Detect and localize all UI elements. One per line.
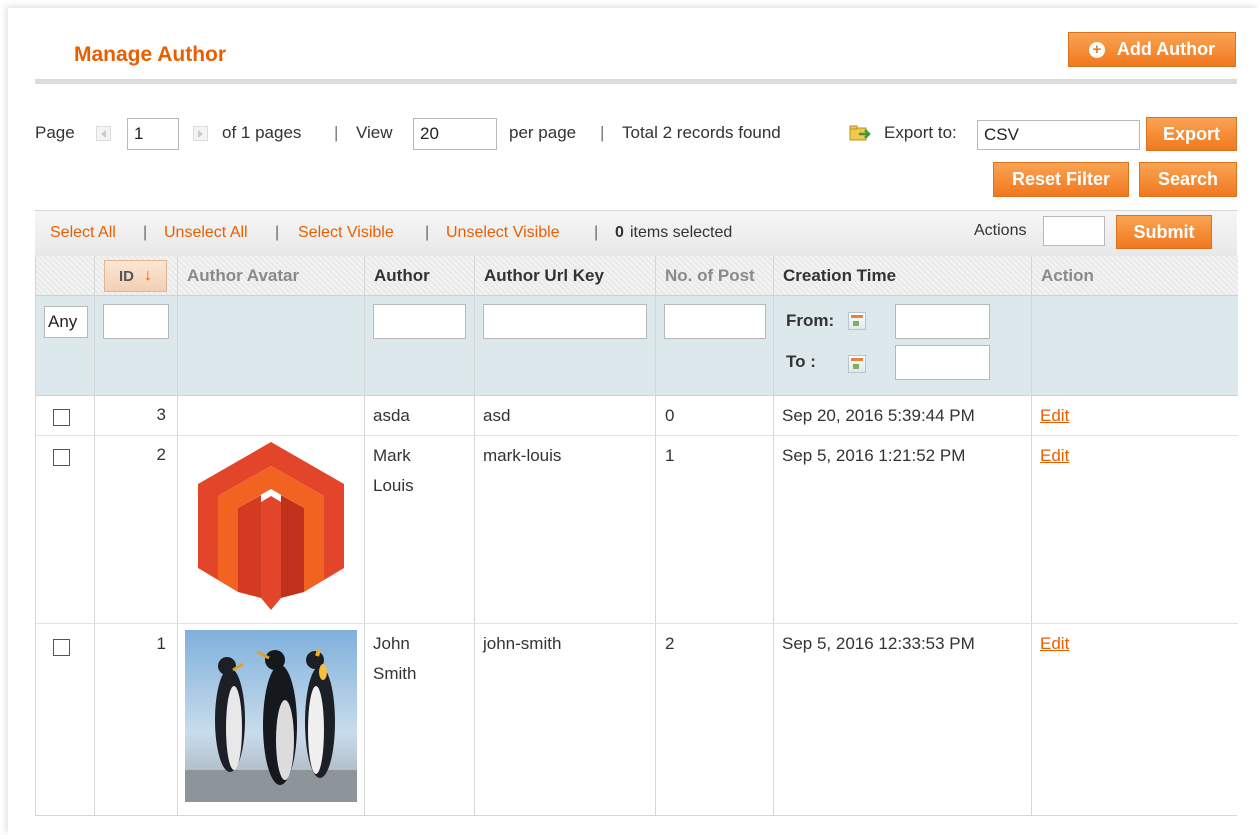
table-row: 2 Mark Louis mark-louis 1 Sep 5, 2016 1:… xyxy=(36,436,1238,624)
page-number-input[interactable] xyxy=(127,118,179,150)
row-checkbox[interactable] xyxy=(53,449,70,466)
total-records-text: Total 2 records found xyxy=(622,123,781,142)
row-url-key: john-smith xyxy=(483,634,562,653)
authors-grid: ID ↓ Author Avatar Author Author Url Key… xyxy=(35,256,1238,816)
url-key-filter-input[interactable] xyxy=(483,304,647,339)
actions-select[interactable] xyxy=(1043,216,1105,246)
row-posts: 0 xyxy=(665,406,675,425)
submit-button[interactable]: Submit xyxy=(1116,215,1212,249)
sort-desc-icon: ↓ xyxy=(144,267,152,284)
action-column-header: Action xyxy=(1041,266,1094,285)
unselect-all-link[interactable]: Unselect All xyxy=(164,224,248,242)
row-checkbox[interactable] xyxy=(53,409,70,426)
row-posts: 1 xyxy=(665,446,675,465)
selected-text: items selected xyxy=(630,224,733,241)
selected-count: 0 xyxy=(615,224,624,241)
row-url-key: asd xyxy=(483,406,511,425)
plus-circle-icon: + xyxy=(1088,41,1105,58)
calendar-icon[interactable] xyxy=(848,312,866,330)
row-checkbox[interactable] xyxy=(53,639,70,656)
row-url-key: mark-louis xyxy=(483,446,562,465)
add-author-button[interactable]: + Add Author xyxy=(1068,32,1236,67)
row-id: 2 xyxy=(156,445,166,464)
search-button[interactable]: Search xyxy=(1139,162,1237,197)
posts-column-header: No. of Post xyxy=(665,266,755,285)
page-label: Page xyxy=(35,123,75,142)
row-author-first: John xyxy=(373,634,410,653)
row-author-last: Louis xyxy=(373,476,414,495)
add-author-label: Add Author xyxy=(1116,39,1216,59)
avatar-column-header: Author Avatar xyxy=(187,266,300,285)
page-title: Manage Author xyxy=(74,43,227,66)
row-author: asda xyxy=(373,406,410,425)
export-format-select[interactable] xyxy=(977,120,1140,150)
export-label: Export to: xyxy=(884,123,957,142)
massaction-separator: | xyxy=(594,224,599,241)
url-key-column-header[interactable]: Author Url Key xyxy=(474,256,604,296)
penguins-photo-avatar xyxy=(185,630,357,802)
table-row: 3 asda asd 0 Sep 20, 2016 5:39:44 PM Edi… xyxy=(36,396,1238,436)
posts-filter-input[interactable] xyxy=(664,304,766,339)
select-all-link[interactable]: Select All xyxy=(50,224,116,242)
prev-page-icon[interactable] xyxy=(96,126,111,141)
per-page-label: per page xyxy=(509,123,577,142)
massaction-separator: | xyxy=(275,224,280,241)
author-column-header[interactable]: Author xyxy=(364,256,430,296)
author-filter-input[interactable] xyxy=(373,304,466,339)
magento-logo-avatar xyxy=(198,442,344,610)
view-label: View xyxy=(356,123,393,142)
export-icon xyxy=(849,125,871,141)
next-page-icon[interactable] xyxy=(193,126,208,141)
to-label: To : xyxy=(786,352,816,371)
creation-time-column-header[interactable]: Creation Time xyxy=(773,256,896,296)
reset-filter-button[interactable]: Reset Filter xyxy=(993,162,1129,197)
pager-separator: | xyxy=(334,123,339,142)
row-creation-time: Sep 20, 2016 5:39:44 PM xyxy=(782,406,975,425)
row-creation-time: Sep 5, 2016 1:21:52 PM xyxy=(782,446,966,465)
export-button[interactable]: Export xyxy=(1146,117,1237,151)
edit-link[interactable]: Edit xyxy=(1040,628,1069,659)
actions-label: Actions xyxy=(974,222,1027,239)
per-page-input[interactable] xyxy=(413,118,497,150)
id-column-header[interactable]: ID ↓ xyxy=(104,260,167,292)
row-id: 3 xyxy=(156,405,166,424)
massaction-separator: | xyxy=(143,224,148,241)
massaction-separator: | xyxy=(425,224,430,241)
row-id: 1 xyxy=(156,634,166,653)
table-row: 1 John Smith john-smith 2 Sep 5, 2016 12… xyxy=(36,624,1238,815)
title-divider xyxy=(35,79,1237,84)
row-author-last: Smith xyxy=(373,664,417,683)
pager-separator: | xyxy=(600,123,605,142)
from-date-input[interactable] xyxy=(895,304,990,339)
row-author-first: Mark xyxy=(373,446,411,465)
row-creation-time: Sep 5, 2016 12:33:53 PM xyxy=(782,634,975,653)
row-posts: 2 xyxy=(665,634,675,653)
unselect-visible-link[interactable]: Unselect Visible xyxy=(446,224,560,242)
edit-link[interactable]: Edit xyxy=(1040,440,1069,471)
edit-link[interactable]: Edit xyxy=(1040,400,1069,431)
massaction-filter-select[interactable] xyxy=(44,306,88,338)
of-pages-text: of 1 pages xyxy=(222,123,302,142)
to-date-input[interactable] xyxy=(895,345,990,380)
id-filter-input[interactable] xyxy=(103,304,169,339)
select-visible-link[interactable]: Select Visible xyxy=(298,224,394,242)
massaction-bar: Select All | Unselect All | Select Visib… xyxy=(35,210,1237,256)
id-header-label: ID xyxy=(119,267,134,285)
from-label: From: xyxy=(786,311,835,330)
calendar-icon[interactable] xyxy=(848,355,866,373)
